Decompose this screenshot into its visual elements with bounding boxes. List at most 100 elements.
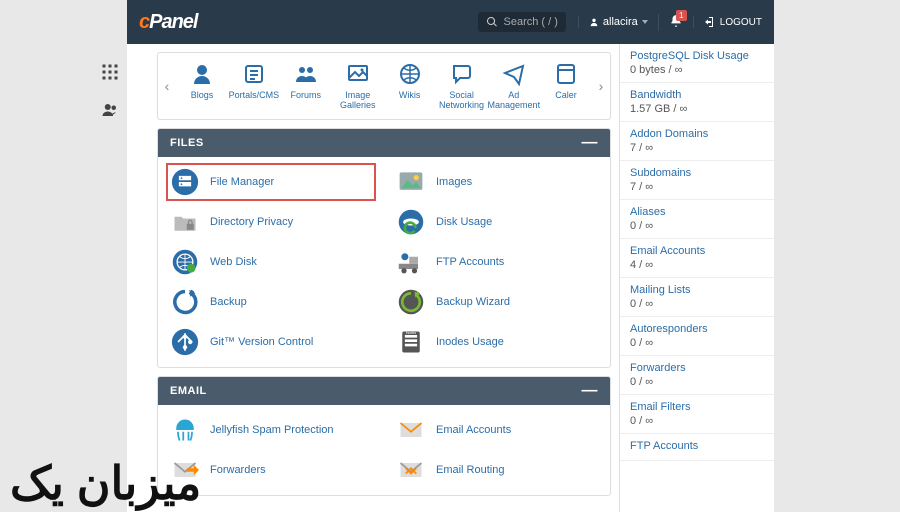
stat-label: Addon Domains (630, 128, 764, 140)
app-icon (396, 167, 426, 197)
app-label: FTP Accounts (436, 256, 504, 268)
notifications-button[interactable]: 1 (658, 14, 683, 31)
stat-label: Bandwidth (630, 89, 764, 101)
stat-label: Subdomains (630, 167, 764, 179)
toolbar-icon (444, 61, 480, 87)
toolbar-item[interactable]: Forums (280, 61, 332, 111)
stat-label: Forwarders (630, 362, 764, 374)
toolbar-carousel: ‹ BlogsPortals/CMSForumsImage GalleriesW… (157, 52, 611, 120)
carousel-next[interactable]: › (594, 53, 608, 119)
stat-label: Email Accounts (630, 245, 764, 257)
toolbar-label: Blogs (176, 91, 228, 101)
search-icon (486, 16, 498, 28)
stat-value: 7 / ∞ (630, 142, 764, 154)
app-item[interactable]: Disk Usage (396, 207, 598, 237)
app-label: Disk Usage (436, 216, 492, 228)
app-icon (170, 287, 200, 317)
app-item[interactable]: Jellyfish Spam Protection (170, 415, 372, 445)
app-icon (396, 247, 426, 277)
toolbar-item[interactable]: Portals/CMS (228, 61, 280, 111)
app-icon (170, 167, 200, 197)
cpanel-window: cPanel Search ( / ) allacira 1 LOGOUT ‹ … (127, 0, 774, 512)
brand-logo: cPanel (139, 11, 197, 34)
toolbar-label: Forums (280, 91, 332, 101)
app-label: Forwarders (210, 464, 266, 476)
stat-row: PostgreSQL Disk Usage 0 bytes / ∞ (620, 44, 774, 83)
stat-label: FTP Accounts (630, 440, 764, 452)
email-panel: EMAIL — Jellyfish Spam Protection Email A… (157, 376, 611, 496)
stat-row: Autoresponders0 / ∞ (620, 317, 774, 356)
stat-label: Mailing Lists (630, 284, 764, 296)
app-label: Email Accounts (436, 424, 511, 436)
app-item[interactable]: Email Accounts (396, 415, 598, 445)
grid-icon[interactable] (100, 62, 120, 82)
app-label: Inodes Usage (436, 336, 504, 348)
app-label: Email Routing (436, 464, 504, 476)
app-icon (170, 247, 200, 277)
app-item[interactable]: Backup Wizard (396, 287, 598, 317)
stat-value: 0 bytes / ∞ (630, 64, 764, 76)
app-item[interactable]: Backup (170, 287, 372, 317)
app-item[interactable]: FTP Accounts (396, 247, 598, 277)
stat-value: 0 / ∞ (630, 415, 764, 427)
files-panel: FILES — File Manager Images Directory Priv… (157, 128, 611, 368)
app-icon (170, 207, 200, 237)
toolbar-item[interactable]: Ad Management (488, 61, 541, 111)
stat-label: PostgreSQL Disk Usage (630, 50, 764, 62)
stat-row: FTP Accounts (620, 434, 774, 461)
logout-label: LOGOUT (720, 17, 762, 28)
notif-badge: 1 (676, 10, 687, 21)
app-item[interactable]: Web Disk (170, 247, 372, 277)
toolbar-item[interactable]: Image Galleries (332, 61, 384, 111)
main-area: ‹ BlogsPortals/CMSForumsImage GalleriesW… (127, 44, 619, 512)
logout-button[interactable]: LOGOUT (693, 16, 762, 28)
app-item[interactable]: Directory Privacy (170, 207, 372, 237)
stat-row: Subdomains 7 / ∞ (620, 161, 774, 200)
email-title: EMAIL (170, 385, 207, 397)
files-panel-header[interactable]: FILES — (158, 129, 610, 157)
toolbar-item[interactable]: Caler (540, 61, 592, 111)
carousel-prev[interactable]: ‹ (160, 53, 174, 119)
stat-row: Bandwidth 1.57 GB / ∞ (620, 83, 774, 122)
app-icon (170, 415, 200, 445)
stat-row: Addon Domains 7 / ∞ (620, 122, 774, 161)
stat-label: Aliases (630, 206, 764, 218)
app-icon (396, 455, 426, 485)
toolbar-icon (236, 61, 272, 87)
app-label: File Manager (210, 176, 274, 188)
app-item[interactable]: Email Routing (396, 455, 598, 485)
email-panel-header[interactable]: EMAIL — (158, 377, 610, 405)
stat-row: Email Accounts4 / ∞ (620, 239, 774, 278)
toolbar-icon (392, 61, 428, 87)
search-placeholder: Search ( / ) (504, 16, 558, 28)
toolbar-label: Ad Management (488, 91, 541, 111)
app-item[interactable]: inodes Inodes Usage (396, 327, 598, 357)
toolbar-item[interactable]: Social Networking (436, 61, 488, 111)
app-icon: inodes (396, 327, 426, 357)
app-label: Backup (210, 296, 247, 308)
users-icon[interactable] (100, 100, 120, 120)
app-item[interactable]: File Manager (166, 163, 376, 201)
logout-icon (704, 16, 716, 28)
user-menu[interactable]: allacira (578, 16, 648, 28)
username: allacira (603, 16, 638, 28)
files-title: FILES (170, 137, 204, 149)
app-item[interactable]: Images (396, 167, 598, 197)
stats-sidebar: PostgreSQL Disk Usage 0 bytes / ∞ Bandwidt… (619, 44, 774, 512)
app-item[interactable]: Git™ Version Control (170, 327, 372, 357)
stat-row: Mailing Lists 0 / ∞ (620, 278, 774, 317)
toolbar-icon (340, 61, 376, 87)
minus-icon: — (582, 387, 599, 395)
stat-row: Aliases0 / ∞ (620, 200, 774, 239)
toolbar-icon (548, 61, 584, 87)
toolbar-item[interactable]: Wikis (384, 61, 436, 111)
search-input[interactable]: Search ( / ) (478, 12, 566, 32)
stat-value: 1.57 GB / ∞ (630, 103, 764, 115)
toolbar-item[interactable]: Blogs (176, 61, 228, 111)
toolbar-label: Portals/CMS (228, 91, 280, 101)
watermark: میزبان یک (10, 456, 201, 510)
stat-value: 7 / ∞ (630, 181, 764, 193)
stat-label: Autoresponders (630, 323, 764, 335)
stat-row: Forwarders0 / ∞ (620, 356, 774, 395)
stat-value: 0 / ∞ (630, 298, 764, 310)
